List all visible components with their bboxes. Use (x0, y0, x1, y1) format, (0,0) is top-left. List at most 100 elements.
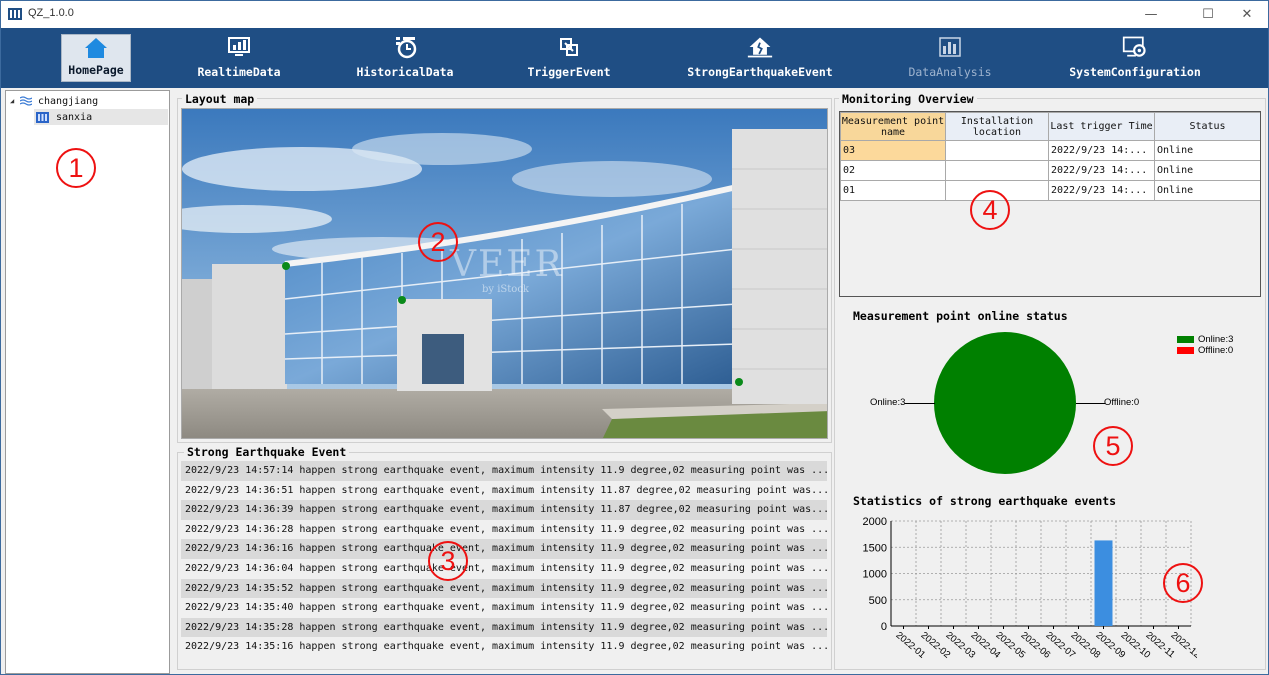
nav-homepage[interactable]: HomePage (61, 34, 131, 82)
monitoring-table[interactable]: Measurement point name Installation loca… (840, 112, 1260, 201)
analysis-chart-icon (937, 34, 963, 60)
legend-label: Online:3 (1198, 334, 1234, 345)
nav-triggerevent[interactable]: TriggerEvent (515, 28, 623, 88)
nav-label: SystemConfiguration (1069, 65, 1201, 79)
stats-title: Statistics of strong earthquake events (853, 494, 1117, 508)
monitoring-title: Monitoring Overview (839, 92, 977, 106)
layout-map-title: Layout map (182, 92, 258, 106)
table-cell[interactable]: 2022/9/23 14:... (1048, 140, 1155, 161)
list-item[interactable]: 2022/9/23 14:36:16 happen strong earthqu… (181, 539, 827, 559)
legend-online: Online:3 (1177, 334, 1233, 345)
earthquake-house-icon (747, 34, 773, 60)
annotation-marker: 2 (418, 222, 458, 262)
maximize-button[interactable]: ☐ (1188, 1, 1228, 28)
list-item[interactable]: 2022/9/23 14:36:39 happen strong earthqu… (181, 500, 827, 520)
table-cell[interactable]: 2022/9/23 14:... (1048, 160, 1155, 181)
nav-strongearthquakeevent[interactable]: StrongEarthquakeEvent (677, 28, 843, 88)
measurement-point-marker (735, 378, 743, 386)
y-tick-label: 1000 (863, 569, 887, 581)
tree-node-sanxia[interactable]: sanxia (34, 109, 168, 125)
nav-label: HomePage (68, 63, 124, 77)
y-tick-label: 1500 (863, 542, 887, 554)
table-cell[interactable]: 03 (840, 140, 946, 161)
table-cell[interactable]: 2022/9/23 14:... (1048, 180, 1155, 201)
legend-label: Offline:0 (1198, 345, 1234, 356)
table-cell[interactable]: 02 (840, 160, 946, 181)
list-item[interactable]: 2022/9/23 14:36:51 happen strong earthqu… (181, 481, 827, 501)
annotation-marker: 3 (428, 541, 468, 581)
monitoring-table-container: Measurement point name Installation loca… (839, 111, 1261, 297)
minimize-button[interactable]: — (1131, 1, 1171, 28)
chart-monitor-icon (226, 34, 252, 60)
table-row[interactable]: 01 2022/9/23 14:... Online (840, 180, 1260, 201)
y-tick-label: 500 (869, 595, 887, 607)
table-cell[interactable]: Online (1154, 160, 1260, 181)
list-item[interactable]: 2022/9/23 14:35:28 happen strong earthqu… (181, 617, 827, 638)
list-item[interactable]: 2022/9/23 14:36:28 happen strong earthqu… (181, 520, 827, 540)
nav-label: TriggerEvent (527, 65, 611, 79)
nav-dataanalysis[interactable]: DataAnalysis (899, 28, 1001, 88)
tree-node-label: sanxia (56, 111, 93, 123)
pie-label-offline: Offline:0 (1104, 397, 1140, 408)
pie-label-online: Online:3 (870, 397, 906, 408)
window-title: QZ_1.0.0 (28, 7, 74, 19)
pie-leader-line-right (1076, 403, 1105, 404)
nav-label: RealtimeData (197, 65, 281, 79)
close-button[interactable]: ✕ (1227, 1, 1267, 28)
legend-offline: Offline:0 (1177, 345, 1233, 356)
tree-node-changjiang[interactable]: ◢ changjiang (10, 93, 168, 109)
bar-2022-09 (1094, 540, 1113, 626)
list-item[interactable]: 2022/9/23 14:36:04 happen strong earthqu… (181, 559, 827, 579)
table-cell[interactable]: Online (1154, 140, 1260, 161)
table-cell[interactable]: 01 (840, 180, 946, 201)
nav-historicaldata[interactable]: HistoricalData (343, 28, 467, 88)
events-title: Strong Earthquake Event (184, 445, 350, 459)
annotation-marker: 6 (1163, 563, 1203, 603)
dam-icon (36, 111, 52, 123)
column-header[interactable]: Installation location (945, 112, 1049, 141)
table-cell[interactable] (945, 140, 1049, 161)
nav-label: HistoricalData (356, 65, 454, 79)
app-window: QZ_1.0.0 — ☐ ✕ HomePage RealtimeData His… (0, 0, 1269, 675)
y-tick-label: 0 (881, 621, 887, 633)
history-icon (392, 34, 418, 60)
nav-systemconfiguration[interactable]: SystemConfiguration (1057, 28, 1213, 88)
list-item[interactable]: 2022/9/23 14:35:40 happen strong earthqu… (181, 598, 827, 618)
tree-node-label: changjiang (38, 95, 99, 107)
column-header[interactable]: Measurement point name (840, 112, 946, 141)
legend-swatch (1177, 347, 1194, 354)
online-status-title: Measurement point online status (853, 309, 1068, 323)
layout-map-image: VEER by iStock (181, 108, 828, 439)
annotation-marker: 5 (1093, 426, 1133, 466)
measurement-point-marker (282, 262, 290, 270)
nav-label: StrongEarthquakeEvent (687, 65, 833, 79)
list-item[interactable]: 2022/9/23 14:35:16 happen strong earthqu… (181, 637, 827, 657)
app-icon (8, 8, 22, 20)
table-cell[interactable]: Online (1154, 180, 1260, 201)
title-bar: QZ_1.0.0 — ☐ ✕ (1, 1, 1268, 28)
list-item[interactable]: 2022/9/23 14:35:52 happen strong earthqu… (181, 578, 827, 599)
table-row[interactable]: 02 2022/9/23 14:... Online (840, 160, 1260, 181)
event-list[interactable]: 2022/9/23 14:57:14 happen strong earthqu… (181, 461, 827, 661)
table-row[interactable]: 03 2022/9/23 14:... Online (840, 140, 1260, 161)
legend-swatch (1177, 336, 1194, 343)
y-tick-label: 2000 (863, 516, 887, 528)
nav-label: DataAnalysis (908, 65, 992, 79)
river-icon (20, 96, 34, 106)
expand-toggle-icon[interactable]: ◢ (10, 97, 20, 105)
online-status-pie (934, 332, 1076, 474)
photo-watermark: VEER (450, 244, 564, 285)
pie-slice-online (934, 332, 1076, 474)
settings-monitor-icon (1122, 34, 1148, 60)
annotation-marker: 1 (56, 148, 96, 188)
table-cell[interactable] (945, 160, 1049, 181)
annotation-marker: 4 (970, 190, 1010, 230)
list-item[interactable]: 2022/9/23 14:57:14 happen strong earthqu… (181, 461, 827, 481)
column-header[interactable]: Status (1154, 112, 1260, 141)
photo-watermark-sub: by iStock (482, 284, 529, 295)
nav-realtimedata[interactable]: RealtimeData (187, 28, 291, 88)
trigger-icon (556, 34, 582, 60)
column-header[interactable]: Last trigger Time (1048, 112, 1155, 141)
stats-bar-chart: 05001000150020002022-012022-022022-03202… (863, 516, 1197, 661)
measurement-point-marker (398, 296, 406, 304)
